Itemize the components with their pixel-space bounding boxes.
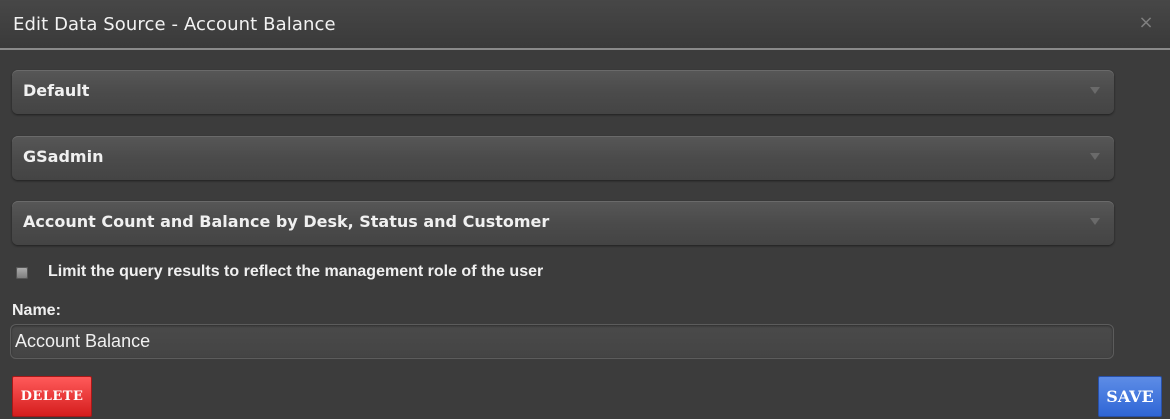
close-icon[interactable]: × <box>1136 12 1156 34</box>
chevron-down-icon <box>1090 153 1100 160</box>
edit-data-source-dialog: Edit Data Source - Account Balance × Def… <box>0 0 1170 419</box>
chevron-down-icon <box>1090 87 1100 94</box>
database-select[interactable]: Default <box>12 70 1114 114</box>
schema-select-value: GSadmin <box>23 147 104 166</box>
schema-select[interactable]: GSadmin <box>12 136 1114 180</box>
dialog-titlebar: Edit Data Source - Account Balance × <box>0 0 1170 50</box>
query-select-value: Account Count and Balance by Desk, Statu… <box>23 212 550 231</box>
delete-button[interactable]: DELETE <box>12 376 92 417</box>
save-button[interactable]: SAVE <box>1098 376 1162 417</box>
limit-query-label: Limit the query results to reflect the m… <box>48 263 544 280</box>
name-label: Name: <box>12 302 61 319</box>
name-input[interactable] <box>10 324 1114 359</box>
chevron-down-icon <box>1090 218 1100 225</box>
database-select-value: Default <box>23 81 90 100</box>
query-select[interactable]: Account Count and Balance by Desk, Statu… <box>12 201 1114 245</box>
dialog-title: Edit Data Source - Account Balance <box>13 14 336 35</box>
limit-query-checkbox[interactable] <box>16 267 28 279</box>
